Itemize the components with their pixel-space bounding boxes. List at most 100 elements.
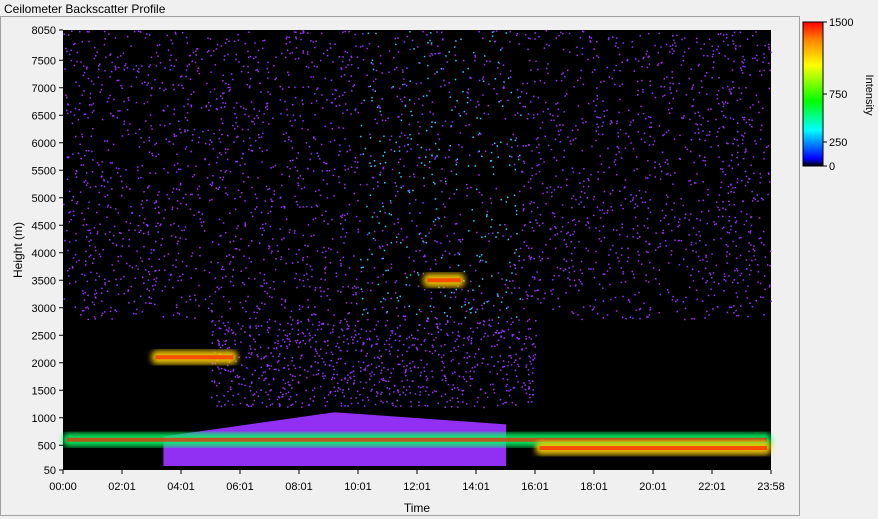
noise-pixel <box>172 264 174 267</box>
colorbar[interactable]: 02507501500 Intensity <box>802 17 875 173</box>
noise-pixel <box>525 392 528 395</box>
noise-pixel <box>615 122 618 125</box>
noise-pixel <box>609 123 612 125</box>
noise-pixel <box>546 187 548 189</box>
noise-pixel <box>179 128 181 130</box>
noise-pixel <box>463 110 466 113</box>
noise-pixel <box>445 55 447 57</box>
noise-pixel <box>285 262 287 265</box>
noise-pixel <box>362 399 364 401</box>
noise-pixel <box>164 67 166 69</box>
noise-pixel <box>353 192 356 195</box>
noise-pixel <box>191 252 194 254</box>
noise-pixel <box>728 215 731 218</box>
noise-pixel <box>247 50 249 53</box>
noise-pixel <box>465 370 467 373</box>
noise-pixel <box>87 150 90 152</box>
noise-pixel <box>294 230 296 232</box>
noise-pixel <box>606 314 609 316</box>
noise-pixel <box>153 278 155 281</box>
noise-pixel <box>394 37 397 40</box>
noise-pixel <box>415 225 418 227</box>
noise-pixel <box>308 332 311 335</box>
noise-pixel <box>748 178 751 180</box>
noise-pixel <box>296 157 298 159</box>
noise-pixel <box>311 314 313 316</box>
noise-pixel <box>194 61 197 64</box>
noise-pixel <box>382 166 385 169</box>
noise-pixel <box>706 280 708 282</box>
noise-pixel <box>457 389 460 391</box>
noise-pixel <box>458 323 460 325</box>
noise-pixel <box>348 325 350 327</box>
noise-pixel <box>667 196 669 198</box>
noise-pixel <box>144 37 147 39</box>
noise-pixel <box>83 113 86 116</box>
noise-pixel <box>384 212 386 214</box>
noise-pixel <box>246 404 248 406</box>
noise-pixel <box>374 118 376 120</box>
noise-pixel <box>307 245 309 247</box>
noise-pixel <box>350 75 352 77</box>
noise-pixel <box>380 372 382 374</box>
noise-pixel <box>564 95 566 97</box>
noise-pixel <box>394 182 396 184</box>
noise-pixel <box>587 185 590 188</box>
noise-pixel <box>564 75 566 78</box>
noise-pixel <box>185 301 188 303</box>
noise-pixel <box>444 216 446 218</box>
noise-pixel <box>522 298 524 301</box>
noise-pixel <box>366 183 368 186</box>
noise-pixel <box>748 250 750 253</box>
noise-pixel <box>219 141 222 143</box>
noise-pixel <box>562 33 564 35</box>
noise-pixel <box>251 373 254 376</box>
noise-pixel <box>721 227 724 230</box>
noise-pixel <box>361 297 364 300</box>
x-tick-label: 12:01 <box>403 481 431 493</box>
noise-pixel <box>481 362 483 364</box>
noise-pixel <box>513 287 516 289</box>
noise-pixel <box>526 118 529 120</box>
noise-pixel <box>409 133 411 136</box>
noise-pixel <box>394 333 397 335</box>
noise-pixel <box>74 306 76 308</box>
noise-pixel <box>747 285 749 287</box>
noise-pixel <box>413 270 416 273</box>
noise-pixel <box>684 213 687 215</box>
noise-pixel <box>479 322 481 324</box>
noise-pixel <box>481 155 483 157</box>
noise-pixel <box>199 246 201 249</box>
noise-pixel <box>379 55 382 57</box>
noise-pixel <box>186 42 189 44</box>
noise-pixel <box>603 110 605 112</box>
noise-pixel <box>342 256 345 259</box>
noise-pixel <box>615 153 617 156</box>
noise-pixel <box>428 167 431 169</box>
noise-pixel <box>640 138 643 140</box>
noise-pixel <box>64 239 66 242</box>
noise-pixel <box>265 282 268 284</box>
noise-pixel <box>359 153 362 156</box>
noise-pixel <box>272 281 275 283</box>
noise-pixel <box>453 347 455 349</box>
noise-pixel <box>504 402 506 404</box>
noise-pixel <box>518 365 520 368</box>
noise-pixel <box>91 301 94 304</box>
noise-pixel <box>538 143 540 146</box>
noise-pixel <box>229 263 231 265</box>
noise-pixel <box>371 371 373 373</box>
noise-pixel <box>267 347 270 349</box>
noise-pixel <box>207 129 209 132</box>
noise-pixel <box>456 100 458 102</box>
noise-pixel <box>568 267 570 269</box>
noise-pixel <box>698 115 701 117</box>
noise-pixel <box>509 354 512 357</box>
noise-pixel <box>99 91 101 93</box>
noise-pixel <box>153 202 156 204</box>
noise-pixel <box>266 329 269 331</box>
noise-pixel <box>120 232 122 235</box>
noise-pixel <box>743 116 746 119</box>
noise-pixel <box>138 231 140 233</box>
noise-pixel <box>216 98 218 100</box>
